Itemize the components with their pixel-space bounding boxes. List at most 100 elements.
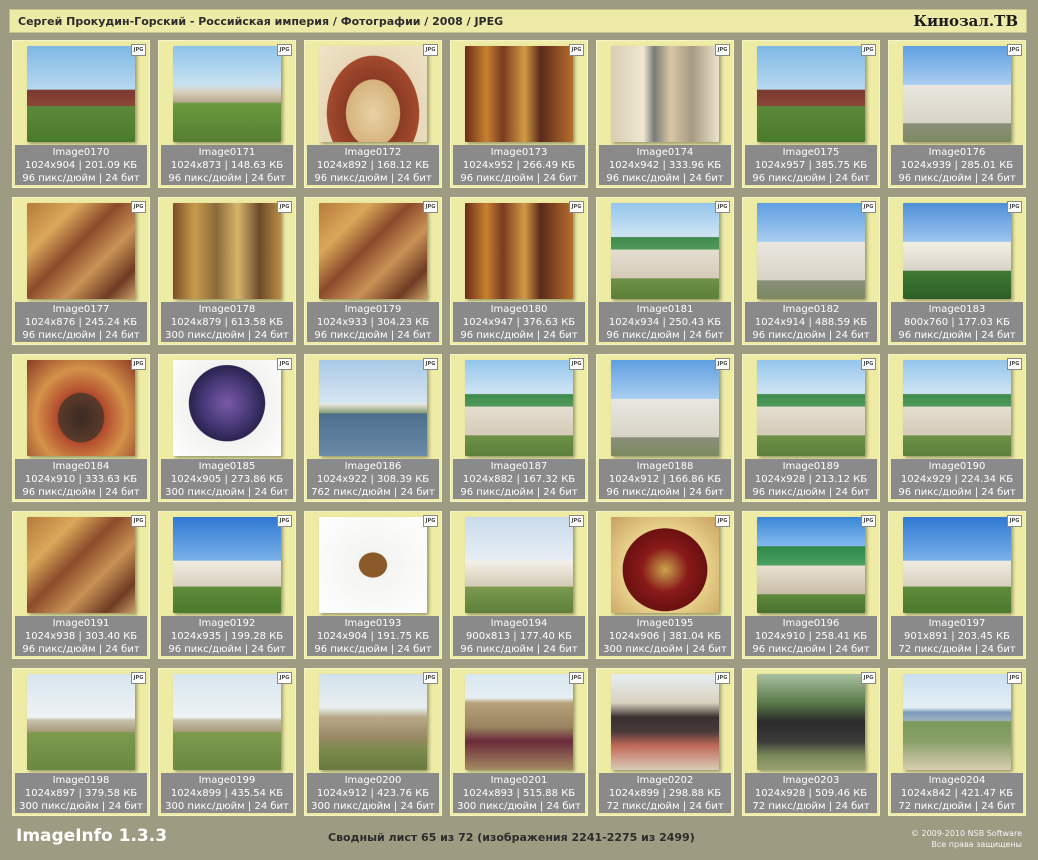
thumbnail-cell[interactable]: JPG Image0194 900x813 | 177.40 КБ 96 пикс/д… bbox=[450, 511, 588, 659]
image-info-panel: Image0195 1024x906 | 381.04 КБ 300 пикс/дю… bbox=[599, 616, 731, 656]
jpg-file-icon: JPG bbox=[277, 672, 292, 684]
image-info-panel: Image0190 1024x929 | 224.34 КБ 96 пикс/дюй… bbox=[891, 459, 1023, 499]
thumbnail-cell[interactable]: JPG Image0193 1024x904 | 191.75 КБ 96 пикс/… bbox=[304, 511, 442, 659]
photo-thumbnail[interactable] bbox=[27, 46, 135, 142]
photo-thumbnail[interactable] bbox=[903, 203, 1011, 299]
thumbnail-cell[interactable]: JPG Image0173 1024x952 | 266.49 КБ 96 пикс/… bbox=[450, 40, 588, 188]
thumbnail-cell[interactable]: JPG Image0203 1024x928 | 509.46 КБ 72 пикс/… bbox=[742, 668, 880, 816]
thumbnail-cell[interactable]: JPG Image0178 1024x879 | 613.58 КБ 300 пикс… bbox=[158, 197, 296, 345]
photo-thumbnail[interactable] bbox=[465, 674, 573, 770]
photo-thumbnail[interactable] bbox=[465, 203, 573, 299]
photo-thumbnail[interactable] bbox=[757, 674, 865, 770]
thumbnail-cell[interactable]: JPG Image0196 1024x910 | 258.41 КБ 96 пикс/… bbox=[742, 511, 880, 659]
image-name: Image0201 bbox=[490, 774, 548, 786]
thumbnail-cell[interactable]: JPG Image0195 1024x906 | 381.04 КБ 300 пикс… bbox=[596, 511, 734, 659]
thumbnail-cell[interactable]: JPG Image0174 1024x942 | 333.96 КБ 96 пикс/… bbox=[596, 40, 734, 188]
image-dimensions-size: 1024x904 | 201.09 КБ bbox=[24, 159, 138, 171]
image-info-panel: Image0203 1024x928 | 509.46 КБ 72 пикс/дюй… bbox=[745, 773, 877, 813]
photo-thumbnail[interactable] bbox=[27, 360, 135, 456]
image-info-panel: Image0180 1024x947 | 376.63 КБ 96 пикс/дюй… bbox=[453, 302, 585, 342]
thumbnail-cell[interactable]: JPG Image0179 1024x933 | 304.23 КБ 96 пикс/… bbox=[304, 197, 442, 345]
photo-thumbnail[interactable] bbox=[319, 203, 427, 299]
thumbnail-cell[interactable]: JPG Image0187 1024x882 | 167.32 КБ 96 пикс/… bbox=[450, 354, 588, 502]
photo-thumbnail[interactable] bbox=[27, 674, 135, 770]
image-resolution-depth: 300 пикс/дюйм | 24 бит bbox=[165, 486, 289, 498]
thumbnail-cell[interactable]: JPG Image0188 1024x912 | 166.86 КБ 96 пикс/… bbox=[596, 354, 734, 502]
thumbnail-cell[interactable]: JPG Image0175 1024x957 | 385.75 КБ 96 пикс/… bbox=[742, 40, 880, 188]
thumbnail-cell[interactable]: JPG Image0200 1024x912 | 423.76 КБ 300 пикс… bbox=[304, 668, 442, 816]
photo-thumbnail[interactable] bbox=[757, 360, 865, 456]
image-dimensions-size: 1024x928 | 509.46 КБ bbox=[754, 787, 868, 799]
image-dimensions-size: 1024x905 | 273.86 КБ bbox=[170, 473, 284, 485]
thumbnail-cell[interactable]: JPG Image0198 1024x897 | 379.58 КБ 300 пикс… bbox=[12, 668, 150, 816]
photo-thumbnail[interactable] bbox=[757, 46, 865, 142]
image-resolution-depth: 72 пикс/дюйм | 24 бит bbox=[898, 800, 1016, 812]
photo-thumbnail[interactable] bbox=[319, 517, 427, 613]
image-info-panel: Image0178 1024x879 | 613.58 КБ 300 пикс/дю… bbox=[161, 302, 293, 342]
photo-thumbnail[interactable] bbox=[903, 46, 1011, 142]
image-name: Image0176 bbox=[928, 146, 986, 158]
image-name: Image0197 bbox=[928, 617, 986, 629]
image-dimensions-size: 1024x928 | 213.12 КБ bbox=[754, 473, 868, 485]
thumbnail-cell[interactable]: JPG Image0180 1024x947 | 376.63 КБ 96 пикс/… bbox=[450, 197, 588, 345]
jpg-file-icon: JPG bbox=[423, 44, 438, 56]
thumbnail-cell[interactable]: JPG Image0176 1024x939 | 285.01 КБ 96 пикс/… bbox=[888, 40, 1026, 188]
photo-thumbnail[interactable] bbox=[465, 517, 573, 613]
photo-thumbnail[interactable] bbox=[465, 46, 573, 142]
thumbnail-cell[interactable]: JPG Image0189 1024x928 | 213.12 КБ 96 пикс/… bbox=[742, 354, 880, 502]
thumbnail-cell[interactable]: JPG Image0202 1024x899 | 298.88 КБ 72 пикс/… bbox=[596, 668, 734, 816]
thumbnail-cell[interactable]: JPG Image0172 1024x892 | 168.12 КБ 96 пикс/… bbox=[304, 40, 442, 188]
photo-thumbnail[interactable] bbox=[27, 517, 135, 613]
thumbnail-cell[interactable]: JPG Image0185 1024x905 | 273.86 КБ 300 пикс… bbox=[158, 354, 296, 502]
photo-thumbnail[interactable] bbox=[611, 360, 719, 456]
photo-thumbnail[interactable] bbox=[319, 360, 427, 456]
thumbnail-cell[interactable]: JPG Image0183 800x760 | 177.03 КБ 96 пикс/д… bbox=[888, 197, 1026, 345]
thumbnail-cell[interactable]: JPG Image0191 1024x938 | 303.40 КБ 96 пикс/… bbox=[12, 511, 150, 659]
photo-thumbnail[interactable] bbox=[611, 203, 719, 299]
thumbnail-cell[interactable]: JPG Image0171 1024x873 | 148.63 КБ 96 пикс/… bbox=[158, 40, 296, 188]
thumbnail-cell[interactable]: JPG Image0177 1024x876 | 245.24 КБ 96 пикс/… bbox=[12, 197, 150, 345]
photo-thumbnail[interactable] bbox=[319, 674, 427, 770]
photo-thumbnail[interactable] bbox=[27, 203, 135, 299]
thumbnail-frame bbox=[743, 355, 879, 461]
jpg-file-icon: JPG bbox=[569, 515, 584, 527]
photo-thumbnail[interactable] bbox=[903, 674, 1011, 770]
image-resolution-depth: 96 пикс/дюйм | 24 бит bbox=[22, 172, 140, 184]
jpg-file-icon: JPG bbox=[131, 515, 146, 527]
thumbnail-cell[interactable]: JPG Image0186 1024x922 | 308.39 КБ 762 пикс… bbox=[304, 354, 442, 502]
app-name: ImageInfo 1.3.3 bbox=[16, 826, 168, 846]
thumbnail-cell[interactable]: JPG Image0190 1024x929 | 224.34 КБ 96 пикс/… bbox=[888, 354, 1026, 502]
photo-thumbnail[interactable] bbox=[173, 674, 281, 770]
image-info-panel: Image0183 800x760 | 177.03 КБ 96 пикс/дюйм… bbox=[891, 302, 1023, 342]
photo-thumbnail[interactable] bbox=[173, 203, 281, 299]
thumbnail-cell[interactable]: JPG Image0192 1024x935 | 199.28 КБ 96 пикс/… bbox=[158, 511, 296, 659]
photo-thumbnail[interactable] bbox=[465, 360, 573, 456]
image-info-panel: Image0198 1024x897 | 379.58 КБ 300 пикс/дю… bbox=[15, 773, 147, 813]
thumbnail-cell[interactable]: JPG Image0201 1024x893 | 515.88 КБ 300 пикс… bbox=[450, 668, 588, 816]
photo-thumbnail[interactable] bbox=[173, 360, 281, 456]
image-info-panel: Image0187 1024x882 | 167.32 КБ 96 пикс/дюй… bbox=[453, 459, 585, 499]
image-dimensions-size: 1024x935 | 199.28 КБ bbox=[170, 630, 284, 642]
thumbnail-cell[interactable]: JPG Image0182 1024x914 | 488.59 КБ 96 пикс/… bbox=[742, 197, 880, 345]
photo-thumbnail[interactable] bbox=[757, 203, 865, 299]
thumbnail-cell[interactable]: JPG Image0184 1024x910 | 333.63 КБ 96 пикс/… bbox=[12, 354, 150, 502]
photo-thumbnail[interactable] bbox=[173, 46, 281, 142]
photo-thumbnail[interactable] bbox=[611, 517, 719, 613]
image-name: Image0194 bbox=[490, 617, 548, 629]
photo-thumbnail[interactable] bbox=[903, 517, 1011, 613]
thumbnail-cell[interactable]: JPG Image0199 1024x899 | 435.54 КБ 300 пикс… bbox=[158, 668, 296, 816]
thumbnail-cell[interactable]: JPG Image0170 1024x904 | 201.09 КБ 96 пикс/… bbox=[12, 40, 150, 188]
photo-thumbnail[interactable] bbox=[757, 517, 865, 613]
photo-thumbnail[interactable] bbox=[611, 46, 719, 142]
thumbnail-frame bbox=[889, 41, 1025, 147]
thumbnail-frame bbox=[305, 512, 441, 618]
photo-thumbnail[interactable] bbox=[173, 517, 281, 613]
photo-thumbnail[interactable] bbox=[903, 360, 1011, 456]
photo-thumbnail[interactable] bbox=[611, 674, 719, 770]
photo-thumbnail[interactable] bbox=[319, 46, 427, 142]
thumbnail-cell[interactable]: JPG Image0181 1024x934 | 250.43 КБ 96 пикс/… bbox=[596, 197, 734, 345]
thumbnail-frame bbox=[451, 512, 587, 618]
jpg-file-icon: JPG bbox=[569, 672, 584, 684]
thumbnail-cell[interactable]: JPG Image0197 901x891 | 203.45 КБ 72 пикс/д… bbox=[888, 511, 1026, 659]
thumbnail-cell[interactable]: JPG Image0204 1024x842 | 421.47 КБ 72 пикс/… bbox=[888, 668, 1026, 816]
